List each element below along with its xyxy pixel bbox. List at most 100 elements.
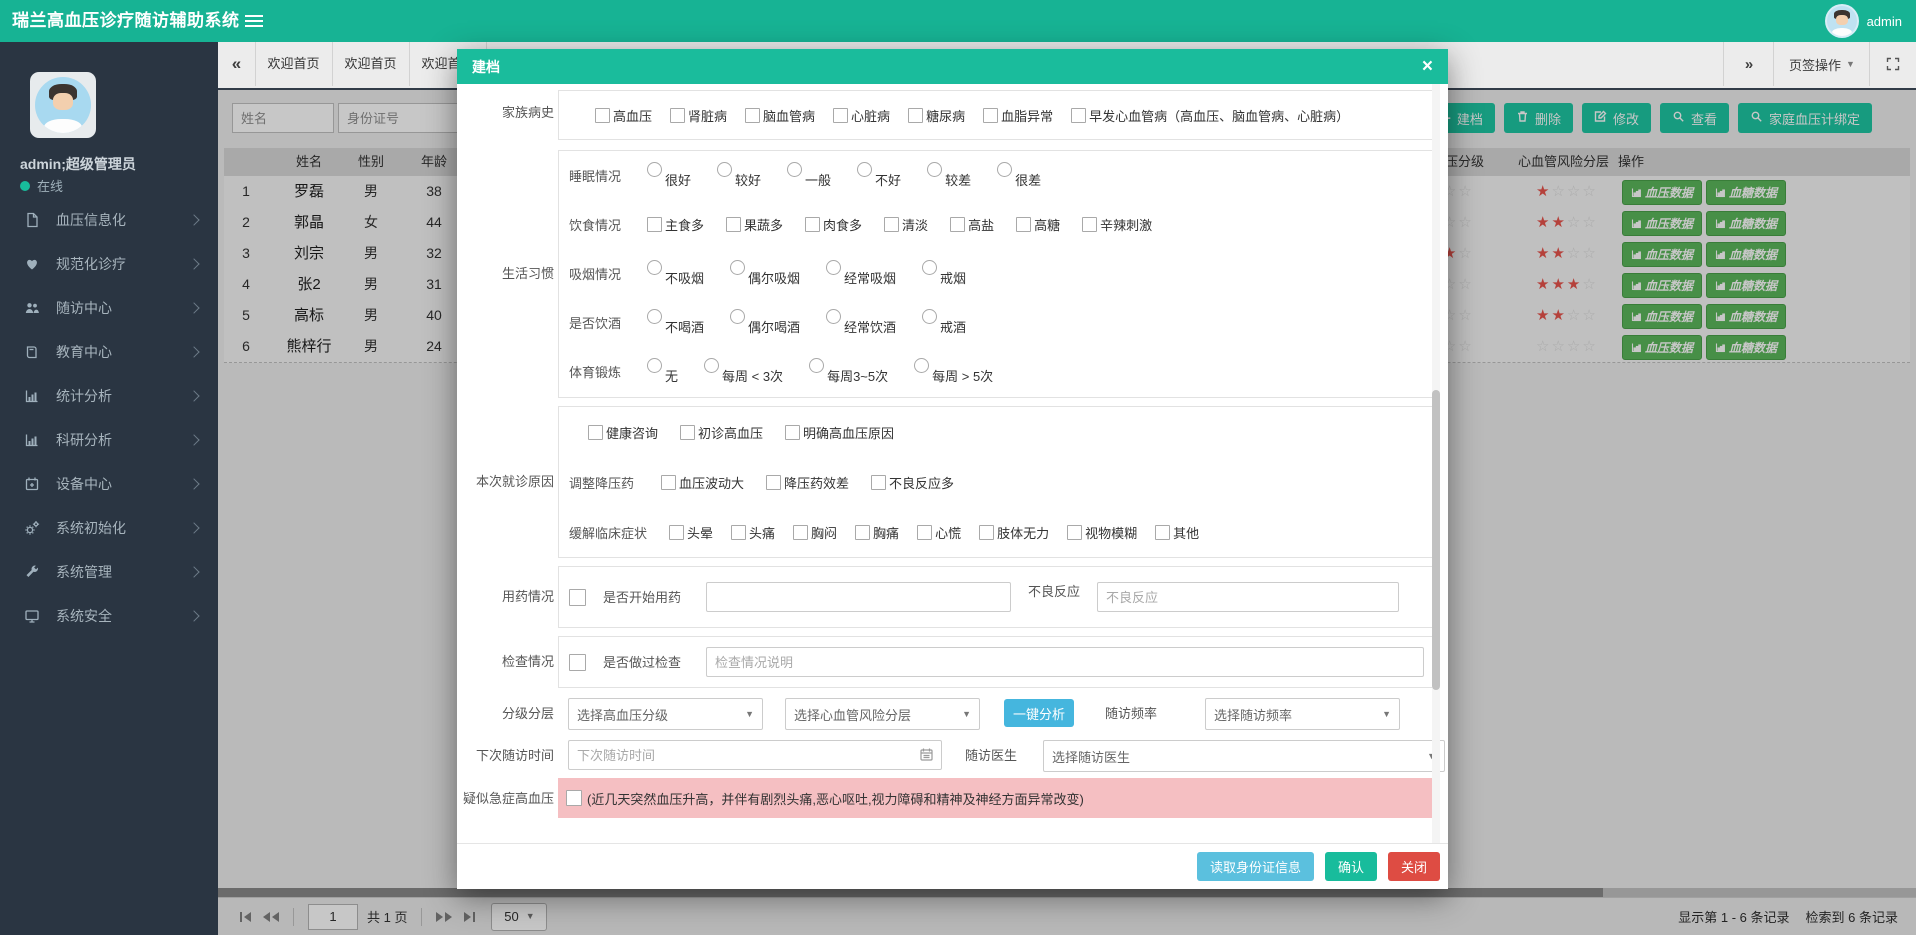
checkbox-option[interactable]: 肉食多 [805,215,862,234]
checkbox-icon[interactable] [1155,525,1170,540]
tabs-scroll-right-button[interactable]: » [1723,42,1774,86]
sidebar-item-system-init[interactable]: 系统初始化 [0,506,218,550]
checkbox-icon[interactable] [1082,217,1097,232]
checkbox-option[interactable]: 高盐 [950,215,994,234]
one-key-analysis-button[interactable]: 一键分析 [1004,699,1074,727]
calendar-icon[interactable] [919,747,934,767]
checkbox-option[interactable]: 不良反应多 [871,473,954,492]
sidebar-item-system-management[interactable]: 系统管理 [0,550,218,594]
checkbox-option[interactable]: 高糖 [1016,215,1060,234]
radio-icon[interactable] [914,358,929,373]
radio-option[interactable]: 戒酒 [922,309,966,336]
checkbox-option[interactable]: 辛辣刺激 [1082,215,1152,234]
sidebar-item-education-center[interactable]: 教育中心 [0,330,218,374]
checkbox-option[interactable]: 心慌 [917,523,961,542]
checkbox-option[interactable]: 脑血管病 [745,106,815,125]
radio-option[interactable]: 每周 < 3次 [704,358,783,385]
checkbox-option[interactable]: 果蔬多 [726,215,783,234]
sidebar-item-device-center[interactable]: 设备中心 [0,462,218,506]
hamburger-menu-icon[interactable] [245,15,263,17]
checkbox-option[interactable]: 高血压 [595,106,652,125]
examination-checkbox[interactable] [569,654,586,671]
checkbox-option[interactable]: 血脂异常 [983,106,1053,125]
checkbox-option[interactable]: 视物模糊 [1067,523,1137,542]
checkbox-icon[interactable] [871,475,886,490]
checkbox-icon[interactable] [979,525,994,540]
fullscreen-toggle-button[interactable] [1869,42,1916,86]
radio-icon[interactable] [730,309,745,324]
tab-welcome-2[interactable]: 欢迎首页 [332,42,410,86]
checkbox-option[interactable]: 胸痛 [855,523,899,542]
radio-option[interactable]: 戒烟 [922,260,966,287]
radio-icon[interactable] [647,162,662,177]
checkbox-option[interactable]: 早发心血管病（高血压、脑血管病、心脏病） [1071,106,1349,125]
tab-operations-menu[interactable]: 页签操作 ▼ [1773,42,1870,86]
radio-icon[interactable] [826,309,841,324]
checkbox-icon[interactable] [661,475,676,490]
checkbox-icon[interactable] [669,525,684,540]
checkbox-option[interactable]: 头晕 [669,523,713,542]
radio-icon[interactable] [809,358,824,373]
checkbox-option[interactable]: 明确高血压原因 [785,423,894,442]
checkbox-icon[interactable] [680,425,695,440]
next-visit-time-input[interactable] [568,740,942,770]
close-button[interactable]: 关闭 [1388,852,1440,881]
radio-icon[interactable] [787,162,802,177]
checkbox-option[interactable]: 糖尿病 [908,106,965,125]
radio-option[interactable]: 经常吸烟 [826,260,896,287]
checkbox-icon[interactable] [745,108,760,123]
checkbox-option[interactable]: 其他 [1155,523,1199,542]
checkbox-option[interactable]: 头痛 [731,523,775,542]
tab-welcome-1[interactable]: 欢迎首页 [255,42,333,86]
adverse-reaction-input[interactable] [1097,582,1399,612]
modal-scrollbar-thumb[interactable] [1432,390,1440,690]
followup-doctor-select[interactable]: 选择随访医生 ▼ [1043,740,1445,772]
tabs-scroll-left-button[interactable]: « [218,42,256,86]
checkbox-icon[interactable] [908,108,923,123]
radio-option[interactable]: 很差 [997,162,1041,189]
checkbox-icon[interactable] [884,217,899,232]
suspected-emergency-checkbox[interactable] [566,790,582,806]
radio-option[interactable]: 每周 > 5次 [914,358,993,385]
checkbox-icon[interactable] [1067,525,1082,540]
checkbox-icon[interactable] [588,425,603,440]
checkbox-icon[interactable] [726,217,741,232]
checkbox-icon[interactable] [1071,108,1086,123]
checkbox-option[interactable]: 血压波动大 [661,473,744,492]
checkbox-icon[interactable] [595,108,610,123]
radio-icon[interactable] [857,162,872,177]
checkbox-option[interactable]: 肢体无力 [979,523,1049,542]
checkbox-option[interactable]: 胸闷 [793,523,837,542]
radio-icon[interactable] [647,358,662,373]
checkbox-option[interactable]: 初诊高血压 [680,423,763,442]
radio-icon[interactable] [647,260,662,275]
checkbox-icon[interactable] [785,425,800,440]
read-id-card-button[interactable]: 读取身份证信息 [1197,852,1314,881]
radio-option[interactable]: 较好 [717,162,761,189]
radio-option[interactable]: 每周3~5次 [809,358,888,385]
medication-checkbox[interactable] [569,589,586,606]
radio-icon[interactable] [927,162,942,177]
medication-input[interactable] [706,582,1011,612]
radio-icon[interactable] [997,162,1012,177]
radio-icon[interactable] [704,358,719,373]
sidebar-item-research-analysis[interactable]: 科研分析 [0,418,218,462]
sidebar-item-statistics-analysis[interactable]: 统计分析 [0,374,218,418]
radio-option[interactable]: 较差 [927,162,971,189]
checkbox-icon[interactable] [950,217,965,232]
checkbox-icon[interactable] [766,475,781,490]
radio-icon[interactable] [717,162,732,177]
radio-option[interactable]: 偶尔吸烟 [730,260,800,287]
radio-icon[interactable] [826,260,841,275]
radio-icon[interactable] [730,260,745,275]
followup-frequency-select[interactable]: 选择随访频率 ▼ [1205,698,1400,730]
checkbox-icon[interactable] [805,217,820,232]
checkbox-option[interactable]: 清淡 [884,215,928,234]
close-icon[interactable]: × [1422,57,1433,76]
sidebar-item-bp-informatization[interactable]: 血压信息化 [0,198,218,242]
radio-icon[interactable] [922,309,937,324]
radio-icon[interactable] [922,260,937,275]
avatar[interactable] [1825,4,1859,38]
bp-grade-select[interactable]: 选择高血压分级 ▼ [568,698,763,730]
radio-option[interactable]: 经常饮酒 [826,309,896,336]
